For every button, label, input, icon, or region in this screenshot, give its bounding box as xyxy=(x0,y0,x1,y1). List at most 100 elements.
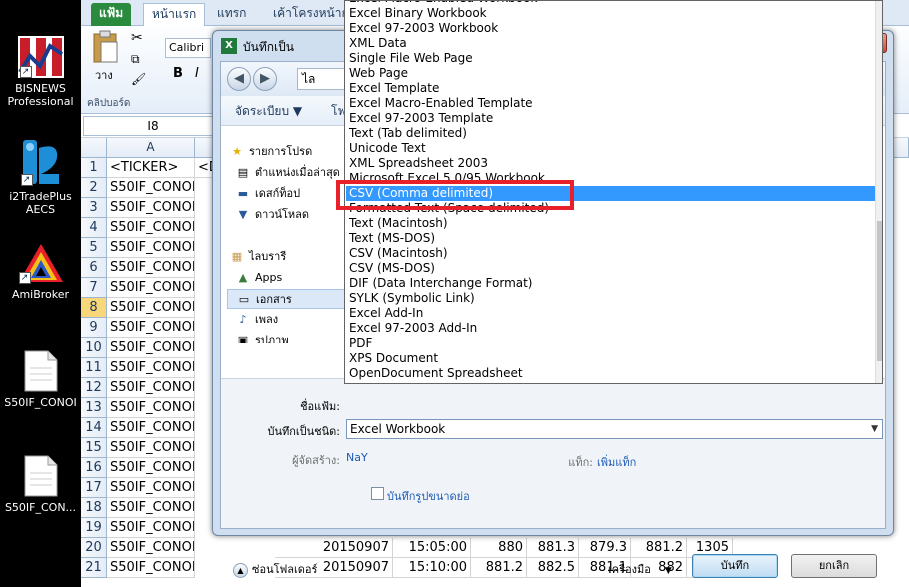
filetype-option[interactable]: Excel Add-In xyxy=(346,306,876,321)
nav-recent-places[interactable]: ▤ ตำแหน่งเมื่อล่าสุด xyxy=(235,163,355,183)
save-button[interactable]: บันทึก xyxy=(692,554,778,578)
cell-ticker[interactable]: S50IF_CONOI xyxy=(107,518,195,538)
filetype-dropdown-list[interactable]: Excel Macro-Enabled WorkbookExcel Binary… xyxy=(344,0,883,384)
tab-insert[interactable]: แทรก xyxy=(209,3,254,26)
nav-libraries[interactable]: ▦ ไลบรารี xyxy=(229,247,349,267)
filetype-option[interactable]: SYLK (Symbolic Link) xyxy=(346,291,876,306)
scrollbar-thumb[interactable] xyxy=(877,221,882,361)
filetype-option[interactable]: CSV (Comma delimited) xyxy=(346,186,876,201)
cell-o[interactable]: 880 xyxy=(471,538,527,558)
cell-c[interactable]: 881.2 xyxy=(631,538,687,558)
filetype-option[interactable]: XPS Document xyxy=(346,351,876,366)
save-thumbnail-checkbox[interactable] xyxy=(371,487,384,500)
nav-music[interactable]: ♪ เพลง xyxy=(235,310,355,330)
row-header[interactable]: 11 xyxy=(81,358,107,378)
cell-ticker[interactable]: <TICKER> xyxy=(107,158,195,178)
filetype-option[interactable]: Web Page xyxy=(346,66,876,81)
cell-ticker[interactable]: S50IF_CONOI xyxy=(107,178,195,198)
row-header[interactable]: 9 xyxy=(81,318,107,338)
bold-button[interactable]: B xyxy=(173,66,183,81)
tags-value[interactable]: เพิ่มแท็ก xyxy=(597,453,636,471)
filetype-option[interactable]: XML Spreadsheet 2003 xyxy=(346,156,876,171)
tools-button[interactable]: เครื่องมือ ▼ xyxy=(608,560,672,578)
italic-button[interactable]: I xyxy=(195,66,199,81)
row-header[interactable]: 6 xyxy=(81,258,107,278)
cell-ticker[interactable]: S50IF_CONOI xyxy=(107,358,195,378)
nav-pictures[interactable]: ▣ รูปภาพ xyxy=(235,331,355,343)
nav-documents[interactable]: ▭ เอกสาร xyxy=(227,289,351,309)
filetype-option[interactable]: Excel Template xyxy=(346,81,876,96)
cell-ticker[interactable]: S50IF_CONOI xyxy=(107,338,195,358)
row-header[interactable]: 16 xyxy=(81,458,107,478)
cell-ticker[interactable]: S50IF_CONOI xyxy=(107,378,195,398)
cell-ticker[interactable]: S50IF_CONOI xyxy=(107,258,195,278)
cell-date[interactable]: 20150907 xyxy=(275,538,393,558)
cell-ticker[interactable]: S50IF_CONOI xyxy=(107,478,195,498)
desktop-icon-file-2[interactable]: S50IF_CON... xyxy=(0,455,81,514)
row-header[interactable]: 1 xyxy=(81,158,107,178)
filetype-option[interactable]: Single File Web Page xyxy=(346,51,876,66)
cell-l[interactable]: 879.3 xyxy=(579,538,631,558)
filetype-option[interactable]: CSV (MS-DOS) xyxy=(346,261,876,276)
format-painter-icon[interactable]: 🖌 xyxy=(131,72,146,86)
nav-favorites[interactable]: ★ รายการโปรด xyxy=(229,142,349,162)
filetype-option[interactable]: Formatted Text (Space delimited) xyxy=(346,201,876,216)
nav-desktop[interactable]: ▬ เดสก์ท็อป xyxy=(235,184,355,204)
column-header-a[interactable]: A xyxy=(107,138,195,158)
row-header[interactable]: 2 xyxy=(81,178,107,198)
row-header[interactable]: 17 xyxy=(81,478,107,498)
filetype-option[interactable]: Text (MS-DOS) xyxy=(346,231,876,246)
hide-folders-button[interactable]: ▲ ซ่อนโฟลเดอร์ xyxy=(233,560,317,578)
row-header[interactable]: 5 xyxy=(81,238,107,258)
paste-icon[interactable] xyxy=(91,30,121,64)
filetype-option[interactable]: Unicode Text xyxy=(346,141,876,156)
organize-button[interactable]: จัดระเบียบ ▼ xyxy=(235,102,302,121)
cell-time[interactable]: 15:05:00 xyxy=(393,538,471,558)
filetype-option[interactable]: OpenDocument Spreadsheet xyxy=(346,366,876,381)
font-name-box[interactable]: Calibri xyxy=(165,38,211,58)
cell-ticker[interactable]: S50IF_CONOI xyxy=(107,238,195,258)
row-header[interactable]: 10 xyxy=(81,338,107,358)
list-scrollbar[interactable] xyxy=(875,1,882,383)
cancel-button[interactable]: ยกเลิก xyxy=(791,554,877,578)
forward-button[interactable]: ▶ xyxy=(253,67,277,91)
select-all-corner[interactable] xyxy=(81,138,107,158)
filetype-option[interactable]: Excel 97-2003 Template xyxy=(346,111,876,126)
cell-ticker[interactable]: S50IF_CONOI xyxy=(107,558,195,578)
nav-apps[interactable]: ▲ Apps xyxy=(235,268,355,288)
name-box[interactable]: I8 xyxy=(83,116,223,136)
filetype-option[interactable]: XML Data xyxy=(346,36,876,51)
cell-ticker[interactable]: S50IF_CONOI xyxy=(107,218,195,238)
desktop-icon-bisnews[interactable]: ↗ BISNEWS Professional xyxy=(0,36,81,108)
row-header[interactable]: 21 xyxy=(81,558,107,578)
cell-o[interactable]: 881.2 xyxy=(471,558,527,578)
filetype-option[interactable]: Text (Tab delimited) xyxy=(346,126,876,141)
filetype-option[interactable]: Microsoft Excel 5.0/95 Workbook xyxy=(346,171,876,186)
tab-home[interactable]: หน้าแรก xyxy=(143,3,206,26)
cell-ticker[interactable]: S50IF_CONOI xyxy=(107,278,195,298)
row-header[interactable]: 20 xyxy=(81,538,107,558)
row-header[interactable]: 12 xyxy=(81,378,107,398)
row-header[interactable]: 15 xyxy=(81,438,107,458)
desktop-icon-i2tradeplus[interactable]: ↗ i2TradePlus AECS xyxy=(0,138,81,216)
filetype-option[interactable]: Excel 97-2003 Workbook xyxy=(346,21,876,36)
cell-time[interactable]: 15:10:00 xyxy=(393,558,471,578)
desktop-icon-file-1[interactable]: S50IF_CONOI xyxy=(0,350,81,409)
cell-h[interactable]: 882.5 xyxy=(527,558,579,578)
cell-ticker[interactable]: S50IF_CONOI xyxy=(107,458,195,478)
row-header[interactable]: 3 xyxy=(81,198,107,218)
author-value[interactable]: NaY xyxy=(346,451,368,464)
cell-ticker[interactable]: S50IF_CONOI xyxy=(107,398,195,418)
row-header[interactable]: 19 xyxy=(81,518,107,538)
cell-ticker[interactable]: S50IF_CONOI xyxy=(107,418,195,438)
filetype-option[interactable]: DIF (Data Interchange Format) xyxy=(346,276,876,291)
filetype-option[interactable]: Excel 97-2003 Add-In xyxy=(346,321,876,336)
cut-icon[interactable]: ✂ xyxy=(131,30,143,46)
back-button[interactable]: ◀ xyxy=(227,67,251,91)
filetype-option[interactable]: Excel Binary Workbook xyxy=(346,6,876,21)
nav-downloads[interactable]: ▼ ดาวน์โหลด xyxy=(235,205,355,225)
filetype-option[interactable]: Excel Macro-Enabled Template xyxy=(346,96,876,111)
row-header[interactable]: 8 xyxy=(81,298,107,318)
row-header[interactable]: 13 xyxy=(81,398,107,418)
cell-ticker[interactable]: S50IF_CONOI xyxy=(107,198,195,218)
